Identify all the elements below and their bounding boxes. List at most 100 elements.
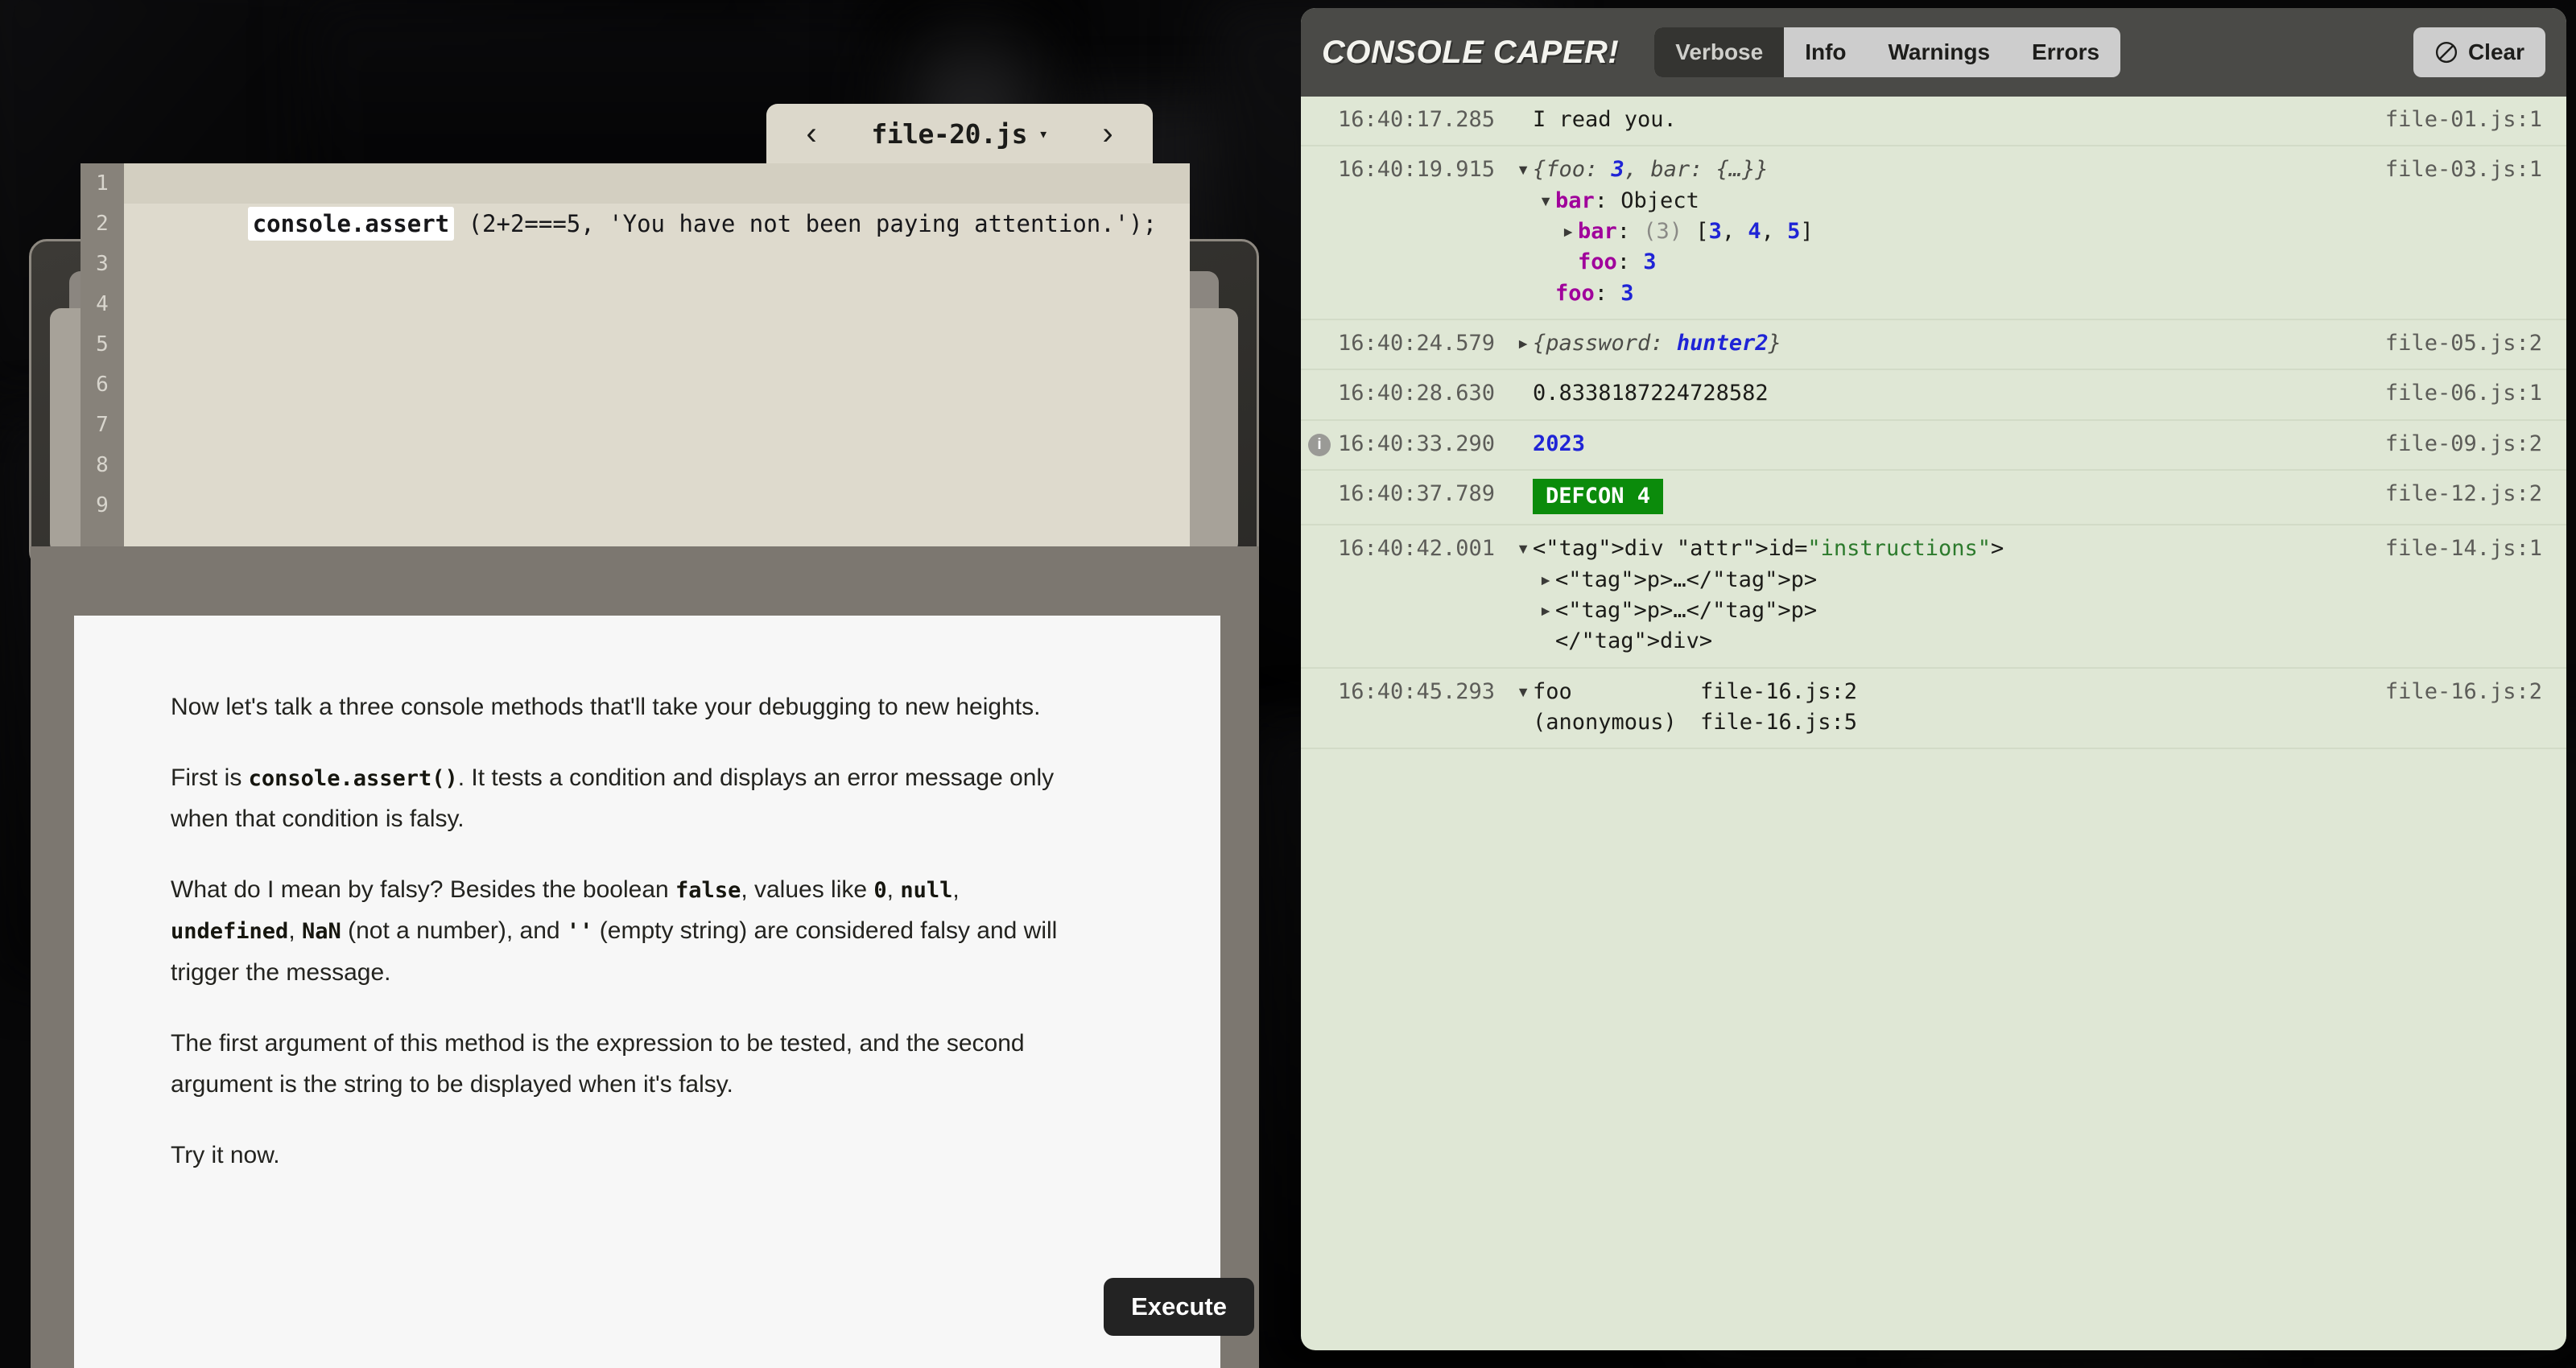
log-message-line: ▾foofile-16.js:2: [1517, 677, 2385, 707]
inline-code: console.assert(): [249, 766, 458, 791]
log-message-line: ▸bar: (3) [3, 4, 5]: [1517, 216, 2385, 247]
log-message-line: ▾bar: Object: [1517, 186, 2385, 216]
code-line-1[interactable]: console.assert (2+2===5, 'You have not b…: [124, 163, 1190, 204]
next-file-button[interactable]: ›: [1090, 117, 1125, 150]
log-message: ▾{foo: 3, bar: {…}}▾bar: Object▸bar: (3)…: [1496, 155, 2385, 309]
log-row[interactable]: 16:40:17.285 I read you. file-01.js:1: [1301, 97, 2566, 146]
log-row[interactable]: 16:40:28.630 0.8338187224728582 file-06.…: [1301, 370, 2566, 420]
log-source-link[interactable]: file-09.js:2: [2385, 429, 2566, 459]
line-number-9: 9: [80, 485, 124, 525]
disclosure-triangle[interactable]: ▾: [1517, 534, 1533, 564]
log-row-icon-slot: [1301, 479, 1338, 484]
log-message-line: (anonymous)file-16.js:5: [1517, 707, 2385, 738]
inline-code: null: [900, 878, 952, 903]
line-number-7: 7: [80, 405, 124, 445]
log-list[interactable]: 16:40:17.285 I read you. file-01.js:1 16…: [1301, 97, 2566, 1350]
line-number-5: 5: [80, 324, 124, 365]
log-timestamp: 16:40:17.285: [1338, 105, 1496, 135]
log-source-link[interactable]: file-01.js:1: [2385, 105, 2566, 135]
disclosure-triangle[interactable]: ▸: [1539, 595, 1555, 626]
code-area[interactable]: console.assert (2+2===5, 'You have not b…: [124, 163, 1190, 546]
inline-code: undefined: [171, 919, 288, 944]
line-number-1: 1: [80, 163, 124, 204]
info-icon: i: [1308, 434, 1331, 456]
disclosure-triangle[interactable]: ▾: [1517, 155, 1533, 185]
inline-code: NaN: [302, 919, 341, 944]
code-token-rest: (2+2===5, 'You have not been paying atte…: [454, 210, 1157, 237]
filter-tab-warnings[interactable]: Warnings: [1868, 27, 2012, 77]
log-message-line: 0.8338187224728582: [1517, 378, 2385, 409]
log-message-line: ▸{password: hunter2}: [1517, 328, 2385, 359]
log-message: ▸{password: hunter2}: [1496, 328, 2385, 359]
disclosure-triangle[interactable]: ▸: [1517, 328, 1533, 359]
code-editor[interactable]: 123456789 console.assert (2+2===5, 'You …: [80, 163, 1190, 546]
inline-code: '': [567, 919, 593, 944]
disclosure-triangle[interactable]: ▸: [1562, 216, 1578, 247]
log-message-line: ▸<"tag">p>…</"tag">p>: [1517, 565, 2385, 595]
code-token-highlighted: console.assert: [248, 207, 454, 241]
log-message-line: 2023: [1517, 429, 2385, 459]
execute-button[interactable]: Execute: [1104, 1278, 1254, 1336]
log-source-link[interactable]: file-06.js:1: [2385, 378, 2566, 409]
log-message: ▾foofile-16.js:2(anonymous)file-16.js:5: [1496, 677, 2385, 739]
log-row[interactable]: 16:40:45.293 ▾foofile-16.js:2(anonymous)…: [1301, 669, 2566, 750]
inline-code: false: [675, 878, 741, 903]
disclosure-triangle[interactable]: ▾: [1517, 677, 1533, 707]
lesson-paragraph-5: Try it now.: [171, 1135, 1088, 1176]
lesson-text: Now let's talk a three console methods t…: [74, 616, 1220, 1176]
line-number-2: 2: [80, 204, 124, 244]
filter-tab-verbose[interactable]: Verbose: [1654, 27, 1784, 77]
lesson-column: ‹ file-20.js ▾ › 123456789 console.asser…: [0, 0, 1282, 1368]
log-timestamp: 16:40:19.915: [1338, 155, 1496, 185]
paragraph-text: ,: [288, 917, 302, 944]
log-message-line: foo: 3: [1517, 278, 2385, 309]
log-source-link[interactable]: file-16.js:2: [2385, 677, 2566, 707]
line-number-4: 4: [80, 284, 124, 324]
paragraph-text: What do I mean by falsy? Besides the boo…: [171, 876, 675, 903]
log-row[interactable]: 16:40:37.789 DEFCON 4 file-12.js:2: [1301, 471, 2566, 525]
line-number-3: 3: [80, 244, 124, 284]
clear-button[interactable]: Clear: [2413, 27, 2545, 77]
disclosure-triangle[interactable]: ▾: [1539, 186, 1555, 216]
no-entry-icon: [2434, 40, 2458, 64]
prev-file-button[interactable]: ‹: [794, 117, 829, 150]
log-row[interactable]: i 16:40:33.290 2023 file-09.js:2: [1301, 421, 2566, 471]
disclosure-triangle[interactable]: ▸: [1539, 565, 1555, 595]
console-panel: CONSOLE CAPER! VerboseInfoWarningsErrors…: [1301, 8, 2566, 1350]
log-source-link[interactable]: file-12.js:2: [2385, 479, 2566, 509]
log-timestamp: 16:40:45.293: [1338, 677, 1496, 707]
log-timestamp: 16:40:42.001: [1338, 534, 1496, 564]
log-row[interactable]: 16:40:19.915 ▾{foo: 3, bar: {…}}▾bar: Ob…: [1301, 146, 2566, 320]
inline-code: 0: [873, 878, 886, 903]
log-timestamp: 16:40:24.579: [1338, 328, 1496, 359]
app-title: CONSOLE CAPER!: [1322, 35, 1619, 71]
log-message-line: foo: 3: [1517, 247, 2385, 278]
log-source-link[interactable]: file-03.js:1: [2385, 155, 2566, 185]
lesson-paragraph-4: The first argument of this method is the…: [171, 1023, 1088, 1106]
filter-tab-errors[interactable]: Errors: [2011, 27, 2120, 77]
log-row-icon-slot: [1301, 328, 1338, 333]
line-number-gutter: 123456789: [80, 163, 124, 546]
log-message-line: I read you.: [1517, 105, 2385, 135]
log-source-link[interactable]: file-05.js:2: [2385, 328, 2566, 359]
log-row[interactable]: 16:40:24.579 ▸{password: hunter2} file-0…: [1301, 320, 2566, 370]
paragraph-text: ,: [952, 876, 959, 903]
log-message-line: ▾<"tag">div "attr">id="instructions">: [1517, 534, 2385, 564]
filename-label: file-20.js: [871, 118, 1027, 150]
paragraph-text: First is: [171, 764, 249, 791]
lesson-document: Now let's talk a three console methods t…: [74, 616, 1220, 1368]
log-row-icon-slot: [1301, 677, 1338, 682]
current-filename[interactable]: file-20.js ▾: [871, 118, 1047, 150]
log-row[interactable]: 16:40:42.001 ▾<"tag">div "attr">id="inst…: [1301, 525, 2566, 668]
filter-tab-info[interactable]: Info: [1784, 27, 1867, 77]
log-source-link[interactable]: file-14.js:1: [2385, 534, 2566, 564]
lesson-paragraph-2: First is console.assert(). It tests a co…: [171, 757, 1088, 840]
log-message-line: ▸<"tag">p>…</"tag">p>: [1517, 595, 2385, 626]
log-level-filter-group[interactable]: VerboseInfoWarningsErrors: [1654, 27, 2120, 77]
clear-button-label: Clear: [2468, 39, 2524, 65]
console-header: CONSOLE CAPER! VerboseInfoWarningsErrors…: [1301, 8, 2566, 97]
line-number-8: 8: [80, 445, 124, 485]
log-message: 2023: [1496, 429, 2385, 459]
chevron-down-icon: ▾: [1038, 124, 1048, 143]
log-row-icon-slot: i: [1301, 429, 1338, 456]
